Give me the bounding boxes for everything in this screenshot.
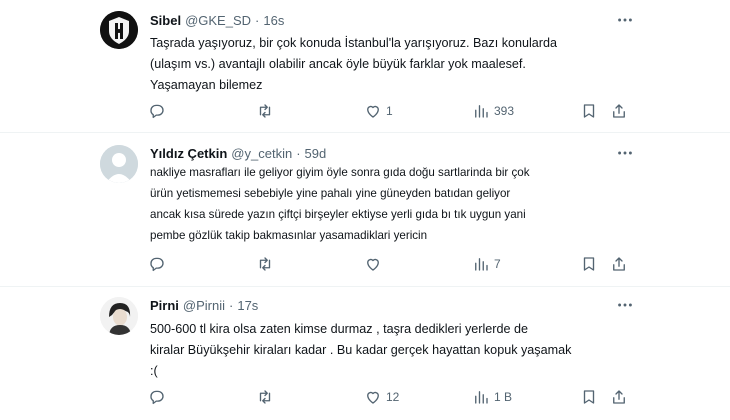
timestamp[interactable]: 17s [237, 298, 258, 313]
heart-icon [367, 105, 379, 118]
reply-icon [150, 104, 164, 119]
more-button[interactable] [615, 295, 635, 315]
views-icon [475, 105, 488, 118]
bookmark-icon [583, 257, 595, 271]
author-handle[interactable]: @y_cetkin [231, 146, 292, 161]
default-avatar-icon [100, 145, 138, 183]
share-icon [613, 104, 625, 118]
retweet-icon [259, 104, 271, 118]
tweet-header: Sibel @GKE_SD · 16s [150, 10, 284, 30]
views-button[interactable]: 7 [472, 253, 501, 275]
author-handle[interactable]: @Pirnii [183, 298, 225, 313]
share-icon [613, 390, 625, 404]
tweet[interactable]: Sibel @GKE_SD · 16s Taşrada yaşıyoruz, b… [0, 0, 730, 133]
author-name[interactable]: Yıldız Çetkin [150, 146, 227, 161]
retweet-button[interactable] [256, 253, 274, 275]
tweet-text-line: :( [150, 364, 158, 378]
tweet-header: Yıldız Çetkin @y_cetkin · 59d [150, 143, 326, 163]
reply-button[interactable] [148, 100, 166, 122]
tweet-text-line: Yaşamayan bilemez [150, 78, 263, 92]
share-button[interactable] [610, 100, 628, 122]
tweet-actions: 7 [148, 253, 638, 275]
reply-icon [150, 257, 164, 272]
portrait-avatar-icon [100, 297, 138, 335]
avatar[interactable] [100, 297, 138, 335]
like-button[interactable] [364, 253, 386, 275]
avatar[interactable] [100, 145, 138, 183]
bookmark-button[interactable] [580, 386, 598, 408]
tweet-text-line: pembe gözlük takip bakmasınlar yasamadik… [150, 229, 428, 242]
tweet-text: 500-600 tl kira olsa zaten kimse durmaz … [150, 319, 630, 382]
tweet-actions: 1 393 [148, 100, 638, 122]
view-count: 393 [494, 104, 515, 118]
separator: · [229, 297, 234, 313]
share-button[interactable] [610, 253, 628, 275]
more-icon [618, 151, 632, 155]
club-crest-icon [100, 11, 138, 49]
tweet-text-line: 500-600 tl kira olsa zaten kimse durmaz … [150, 322, 528, 336]
tweet[interactable]: Yıldız Çetkin @y_cetkin · 59d nakliye ma… [0, 133, 730, 287]
tweet-text-line: Taşrada yaşıyoruz, bir çok konuda İstanb… [150, 36, 558, 50]
views-button[interactable]: 393 [472, 100, 514, 122]
author-name[interactable]: Pirni [150, 298, 179, 313]
reply-button[interactable] [148, 253, 166, 275]
more-button[interactable] [615, 10, 635, 30]
separator: · [255, 12, 260, 28]
timestamp[interactable]: 16s [263, 13, 284, 28]
retweet-button[interactable] [256, 100, 274, 122]
tweet-text-line: (ulaşım vs.) avantajlı olabilir ancak öy… [150, 57, 526, 71]
like-button[interactable]: 1 [364, 100, 393, 122]
separator: · [296, 145, 301, 161]
tweet[interactable]: Pirni @Pirnii · 17s 500-600 tl kira olsa… [0, 287, 730, 420]
tweet-text-line: kiralar Büyükşehir kiraları kadar . Bu k… [150, 343, 572, 357]
bookmark-icon [583, 104, 595, 118]
heart-icon [367, 258, 379, 271]
tweet-text: nakliye masrafları ile geliyor giyim öyl… [150, 162, 630, 246]
tweet-actions: 12 1 B [148, 386, 638, 408]
more-icon [618, 303, 632, 307]
reply-icon [150, 390, 164, 405]
author-name[interactable]: Sibel [150, 13, 181, 28]
timestamp[interactable]: 59d [305, 146, 327, 161]
bookmark-icon [583, 390, 595, 404]
author-handle[interactable]: @GKE_SD [185, 13, 251, 28]
heart-icon [367, 391, 379, 404]
like-button[interactable]: 12 [364, 386, 399, 408]
views-button[interactable]: 1 B [472, 386, 512, 408]
tweet-text-line: ancak kısa sürede yazın çiftçi birşeyler… [150, 208, 526, 221]
bookmark-button[interactable] [580, 253, 598, 275]
retweet-icon [259, 390, 271, 404]
share-icon [613, 257, 625, 271]
tweet-header: Pirni @Pirnii · 17s [150, 295, 258, 315]
views-icon [475, 258, 488, 271]
views-icon [475, 391, 488, 404]
tweet-text: Taşrada yaşıyoruz, bir çok konuda İstanb… [150, 33, 630, 96]
more-icon [618, 18, 632, 22]
like-count: 1 [386, 104, 393, 118]
more-button[interactable] [615, 143, 635, 163]
share-button[interactable] [610, 386, 628, 408]
reply-button[interactable] [148, 386, 166, 408]
like-count: 12 [386, 390, 400, 404]
bookmark-button[interactable] [580, 100, 598, 122]
tweet-text-line: ürün yetismemesi sebebiyle yine pahalı y… [150, 187, 511, 200]
retweet-icon [259, 257, 271, 271]
retweet-button[interactable] [256, 386, 274, 408]
avatar[interactable] [100, 11, 138, 49]
view-count: 1 B [494, 390, 513, 404]
tweet-text-line: nakliye masrafları ile geliyor giyim öyl… [150, 166, 530, 179]
view-count: 7 [494, 257, 501, 271]
